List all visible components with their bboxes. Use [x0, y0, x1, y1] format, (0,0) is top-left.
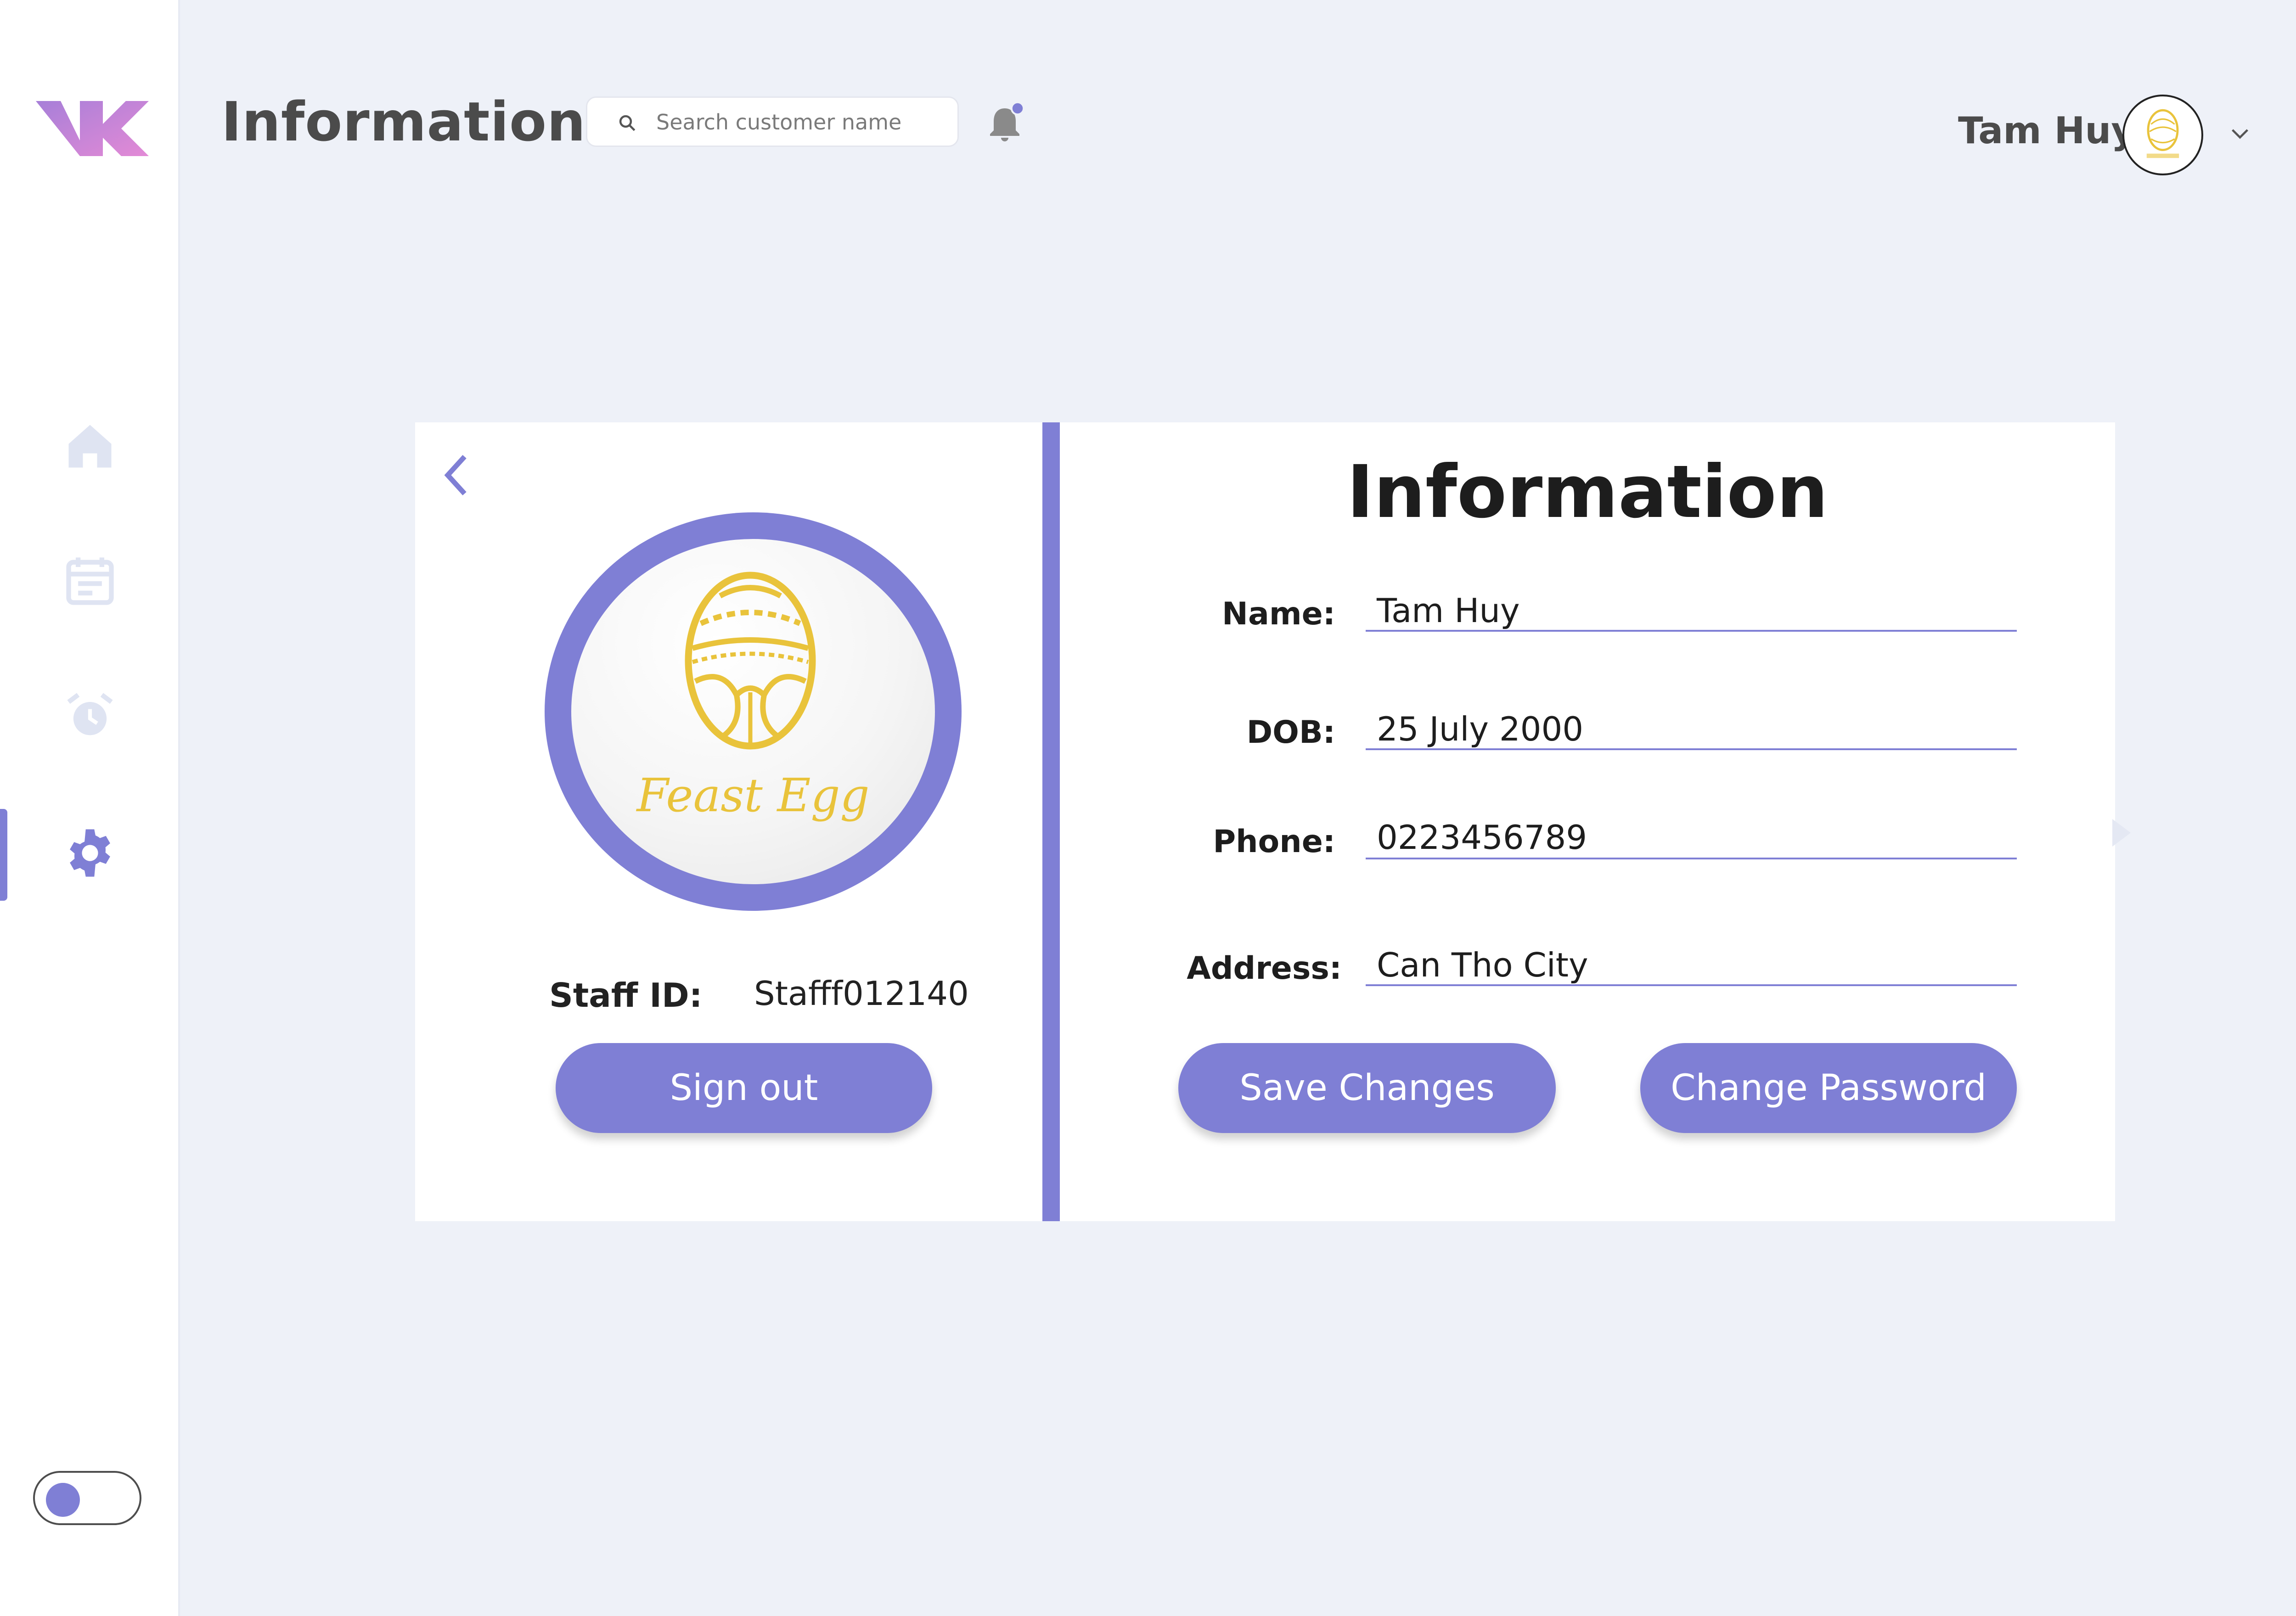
search-input[interactable]	[655, 98, 942, 146]
theme-toggle[interactable]	[33, 1471, 141, 1525]
calendar-icon[interactable]	[62, 553, 118, 610]
information-card: Information Name: Tam Huy DOB: 25 July 2…	[1060, 422, 2115, 1221]
dob-label: DOB:	[1246, 714, 1335, 751]
chevron-down-icon[interactable]	[2227, 120, 2253, 146]
back-arrow-icon[interactable]	[437, 450, 478, 500]
profile-photo[interactable]: Feast Egg	[571, 539, 935, 884]
home-icon[interactable]	[62, 418, 118, 475]
phone-label: Phone:	[1213, 824, 1335, 860]
phone-field[interactable]: 0223456789	[1377, 818, 1587, 857]
search-box[interactable]	[586, 96, 959, 147]
staff-id-label: Staff ID:	[549, 976, 703, 1015]
address-field[interactable]: Can Tho City	[1377, 946, 1588, 984]
dob-underline	[1366, 748, 2017, 750]
avatar[interactable]	[2122, 95, 2203, 175]
change-password-button[interactable]: Change Password	[1640, 1043, 2017, 1133]
gear-icon[interactable]	[62, 825, 118, 881]
address-label: Address:	[1187, 950, 1342, 987]
name-field[interactable]: Tam Huy	[1377, 591, 1520, 630]
vk-logo[interactable]	[36, 96, 149, 161]
card-divider	[1042, 422, 1060, 1221]
name-underline	[1366, 630, 2017, 632]
page-title: Information	[221, 90, 586, 153]
brand-name: Feast Egg	[636, 769, 870, 822]
phone-underline	[1366, 858, 2017, 859]
sidebar	[0, 0, 180, 1616]
save-changes-button[interactable]: Save Changes	[1178, 1043, 1556, 1133]
address-underline	[1366, 984, 2017, 986]
name-label: Name:	[1222, 596, 1335, 632]
notification-bell-icon[interactable]	[983, 101, 1027, 147]
dob-field[interactable]: 25 July 2000	[1377, 710, 1583, 748]
sign-out-button[interactable]: Sign out	[556, 1043, 932, 1133]
feast-egg-logo	[685, 572, 816, 750]
toggle-knob	[46, 1483, 80, 1517]
collapse-arrow-icon[interactable]	[2112, 819, 2131, 847]
alarm-clock-icon[interactable]	[62, 688, 118, 745]
staff-id-value: Stafff012140	[754, 974, 969, 1013]
active-nav-indicator	[0, 809, 7, 901]
user-name[interactable]: Tam Huy	[1958, 109, 2135, 152]
profile-photo-ring: Feast Egg	[545, 512, 962, 911]
egg-avatar-icon	[2146, 109, 2179, 158]
info-title: Information	[1346, 450, 1829, 534]
search-icon	[619, 115, 636, 131]
profile-card: Feast Egg Staff ID: Stafff012140 Sign ou…	[415, 422, 1042, 1221]
